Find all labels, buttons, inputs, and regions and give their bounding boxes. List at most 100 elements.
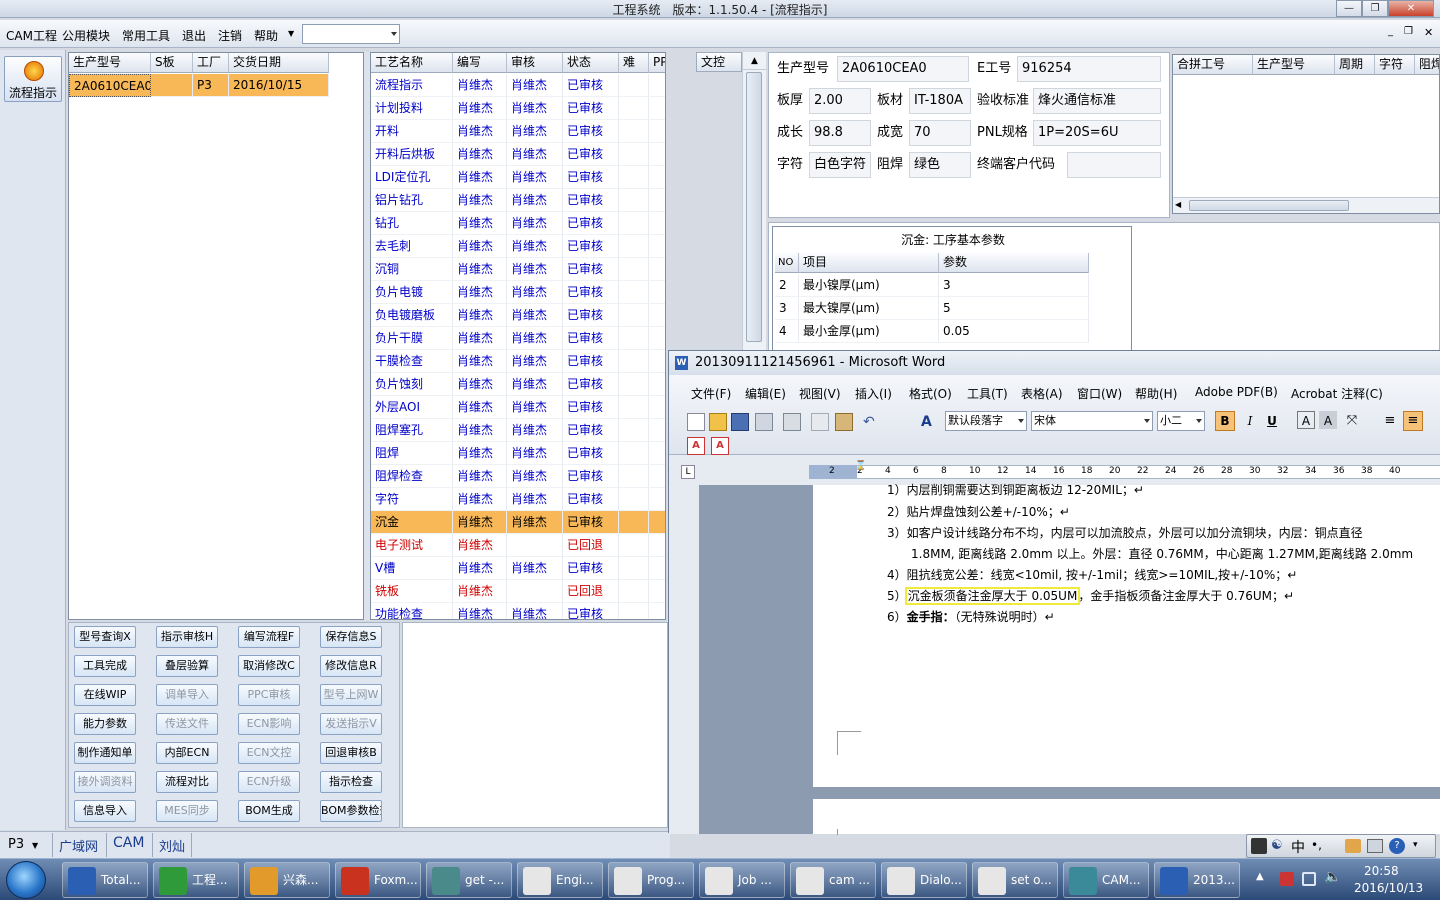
table-row[interactable]: 2 最小镍厚(μm) 3 xyxy=(773,274,1089,297)
action-button[interactable]: PPC审核 xyxy=(238,684,300,706)
ime-punct-icon[interactable]: •, xyxy=(1311,838,1322,852)
start-button[interactable] xyxy=(6,861,46,899)
action-button[interactable]: 型号上网W xyxy=(320,684,382,706)
char-field[interactable]: 白色字符 xyxy=(809,152,871,178)
action-button[interactable]: BOM生成 xyxy=(238,800,300,822)
table-row[interactable]: 负片电镀 肖维杰 肖维杰 已审核 xyxy=(371,281,665,304)
table-row[interactable]: V槽 肖维杰 肖维杰 已审核 xyxy=(371,557,665,580)
char-border-icon[interactable]: A xyxy=(1297,411,1315,429)
permission-icon[interactable] xyxy=(755,413,773,431)
action-button[interactable]: 修改信息R xyxy=(320,655,382,677)
taskbar-item[interactable]: Engi... xyxy=(517,862,603,898)
tray-volume-icon[interactable]: 🔈 xyxy=(1324,869,1341,885)
word-menu-format[interactable]: 格式(O) xyxy=(909,385,952,402)
font-select[interactable]: 宋体 xyxy=(1031,411,1153,431)
col-doc-control[interactable]: 文控 xyxy=(696,52,742,72)
col-merge-period[interactable]: 周期 xyxy=(1335,55,1375,75)
tab-cam[interactable]: CAM xyxy=(106,833,150,857)
vertical-ruler[interactable] xyxy=(669,485,699,834)
close-button[interactable]: ✕ xyxy=(1388,0,1434,17)
word-menu-tools[interactable]: 工具(T) xyxy=(967,385,1008,402)
word-menu-adobe[interactable]: Adobe PDF(B) xyxy=(1195,385,1278,399)
tab-wan[interactable]: 广域网 xyxy=(52,833,104,857)
mdi-minimize-icon[interactable]: _ xyxy=(1388,26,1393,37)
italic-icon[interactable]: I xyxy=(1241,411,1259,429)
col-s-board[interactable]: S板 xyxy=(151,53,193,73)
table-row[interactable]: 外层AOI 肖维杰 肖维杰 已审核 xyxy=(371,396,665,419)
ime-softkbd-icon[interactable] xyxy=(1367,839,1383,853)
col-process[interactable]: 工艺名称 xyxy=(371,53,453,73)
table-row[interactable]: 4 最小金厚(μm) 0.05 xyxy=(773,320,1089,343)
standard-field[interactable]: 烽火通信标准 xyxy=(1033,88,1161,114)
col-factory[interactable]: 工厂 xyxy=(193,53,229,73)
taskbar-item[interactable]: Total... xyxy=(62,862,148,898)
col-writer[interactable]: 编写 xyxy=(453,53,507,73)
table-row[interactable]: LDI定位孔 肖维杰 肖维杰 已审核 xyxy=(371,166,665,189)
action-button[interactable]: 制作通知单 xyxy=(74,742,136,764)
action-button[interactable]: 回退审核B xyxy=(320,742,382,764)
word-menu-acrobat[interactable]: Acrobat 注释(C) xyxy=(1291,385,1383,402)
page[interactable]: 1）内层削铜需要达到铜距离板边 12-20MIL；↵ 2）贴片焊盘蚀刻公差+/-… xyxy=(813,483,1440,787)
merge-hscrollbar[interactable]: ◀ xyxy=(1173,197,1439,213)
table-row[interactable]: 2A0610CEA0 P3 2016/10/15 xyxy=(69,74,329,97)
action-button[interactable]: 指示检查 xyxy=(320,771,382,793)
tab-user[interactable]: 刘灿 xyxy=(152,833,193,857)
undo-icon[interactable]: ↶ xyxy=(863,413,881,431)
taskbar-item[interactable]: 2013... xyxy=(1154,862,1240,898)
styles-icon[interactable]: A xyxy=(921,413,939,431)
pdf-convert-icon[interactable]: A xyxy=(687,437,705,455)
clock-time[interactable]: 20:58 xyxy=(1364,864,1399,878)
process-scrollbar[interactable]: ▲ xyxy=(742,52,766,352)
table-row[interactable]: 开料后烘板 肖维杰 肖维杰 已审核 xyxy=(371,143,665,166)
table-row[interactable]: 3 最大镍厚(μm) 5 xyxy=(773,297,1089,320)
eno-field[interactable]: 916254 xyxy=(1017,56,1161,82)
taskbar-item[interactable]: 工程... xyxy=(153,862,239,898)
justify-icon[interactable]: ≡ xyxy=(1381,411,1399,429)
table-row[interactable]: 开料 肖维杰 肖维杰 已审核 xyxy=(371,120,665,143)
table-row[interactable]: 铣板 肖维杰 已回退 xyxy=(371,580,665,603)
bold-icon[interactable]: B xyxy=(1215,411,1235,431)
flow-indicator-button[interactable]: 流程指示 xyxy=(4,56,62,102)
col-merge-model[interactable]: 生产型号 xyxy=(1253,55,1335,75)
taskbar-item[interactable]: Job ... xyxy=(699,862,785,898)
mdi-restore-icon[interactable]: ❐ xyxy=(1404,26,1413,37)
word-menu-edit[interactable]: 编辑(E) xyxy=(745,385,786,402)
material-field[interactable]: IT-180A xyxy=(909,88,971,114)
table-row[interactable]: 铝片钻孔 肖维杰 肖维杰 已审核 xyxy=(371,189,665,212)
notes-area[interactable] xyxy=(402,622,668,828)
table-row[interactable]: 阻焊检查 肖维杰 肖维杰 已审核 xyxy=(371,465,665,488)
copy-icon[interactable] xyxy=(811,413,829,431)
indent-marker-icon[interactable]: ⌛ xyxy=(855,461,866,471)
underline-icon[interactable]: U xyxy=(1263,411,1281,429)
table-row[interactable]: 去毛刺 肖维杰 肖维杰 已审核 xyxy=(371,235,665,258)
action-button[interactable]: 调单导入 xyxy=(156,684,218,706)
action-button[interactable]: 取消修改C xyxy=(238,655,300,677)
new-doc-icon[interactable] xyxy=(687,413,705,431)
action-button[interactable]: 接外调资料 xyxy=(74,771,136,793)
action-button[interactable]: 型号查询X xyxy=(74,626,136,648)
action-button[interactable]: 内部ECN xyxy=(156,742,218,764)
table-row[interactable]: 流程指示 肖维杰 肖维杰 已审核 xyxy=(371,74,665,97)
ime-lang[interactable]: 中 xyxy=(1291,837,1305,857)
restore-button[interactable]: ❐ xyxy=(1362,0,1388,17)
pdf-email-icon[interactable]: A xyxy=(711,437,729,455)
style-select[interactable]: 默认段落字 xyxy=(945,411,1027,431)
table-row[interactable]: 阻焊塞孔 肖维杰 肖维杰 已审核 xyxy=(371,419,665,442)
action-button[interactable]: BOM参数检查 xyxy=(320,800,382,822)
action-button[interactable]: MES同步 xyxy=(156,800,218,822)
model-field[interactable]: 2A0610CEA0 xyxy=(837,56,969,82)
factory-dropdown-icon[interactable]: ▼ xyxy=(32,841,38,850)
col-param[interactable]: 参数 xyxy=(939,253,1089,273)
menu-combo[interactable] xyxy=(302,24,400,44)
word-menu-insert[interactable]: 插入(I) xyxy=(855,385,892,402)
table-row[interactable]: 负电镀磨板 肖维杰 肖维杰 已审核 xyxy=(371,304,665,327)
scroll-left-icon[interactable]: ◀ xyxy=(1175,200,1181,209)
open-folder-icon[interactable] xyxy=(709,413,727,431)
col-delivery-date[interactable]: 交货日期 xyxy=(229,53,329,73)
merge-scroll-thumb[interactable] xyxy=(1189,200,1349,211)
taskbar-item[interactable]: get -... xyxy=(426,862,512,898)
ime-tool-icon[interactable] xyxy=(1345,839,1361,853)
size-select[interactable]: 小二 xyxy=(1157,411,1205,431)
ime-help-icon[interactable]: ? xyxy=(1389,838,1405,854)
action-button[interactable]: 工具完成 xyxy=(74,655,136,677)
